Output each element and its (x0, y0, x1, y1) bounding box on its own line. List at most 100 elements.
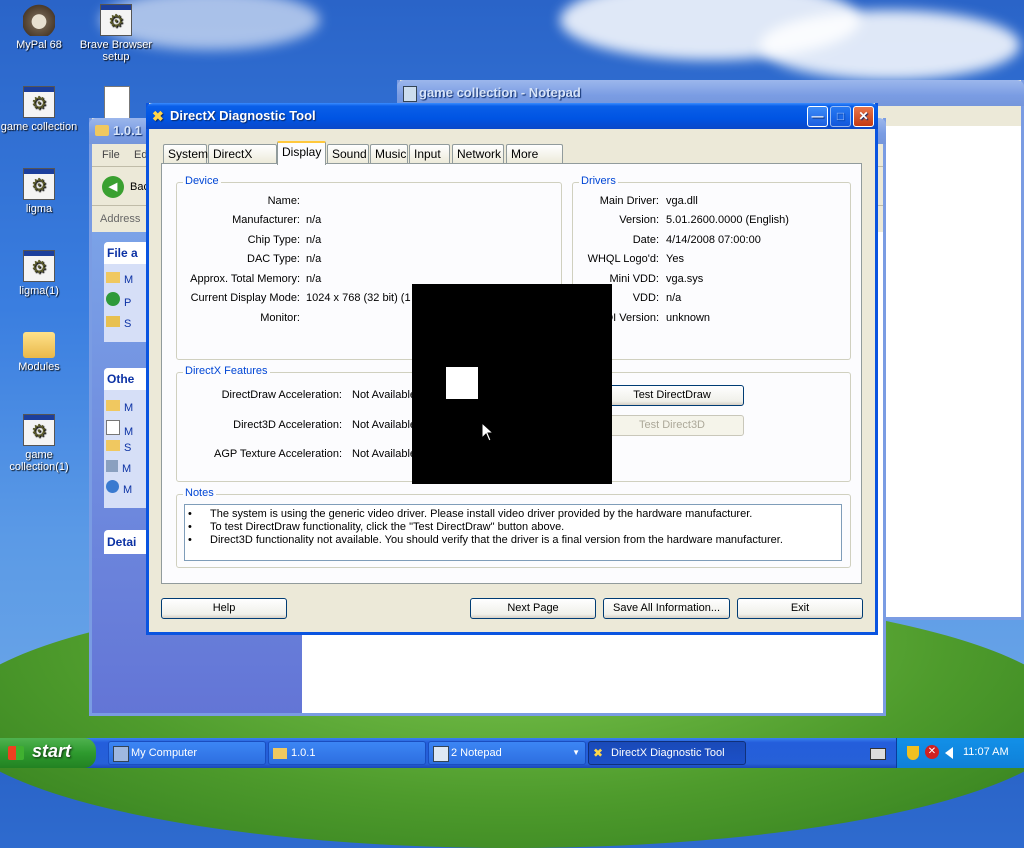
taskbar-item-my-computer[interactable]: My Computer (108, 741, 266, 765)
desktop-icon-game-collection[interactable]: game collection (0, 86, 78, 133)
file-task-item[interactable]: M (106, 272, 133, 286)
other-place-item[interactable]: M (106, 460, 131, 475)
desktop-icon-ligma[interactable]: ligma (0, 168, 78, 215)
monitor-label: Monitor: (260, 312, 300, 324)
next-page-button[interactable]: Next Page (470, 598, 596, 619)
folder-icon (23, 332, 55, 358)
agp-accel-value: Not Available (352, 448, 417, 460)
other-place-item[interactable]: M (106, 480, 132, 496)
direct3d-accel-label: Direct3D Acceleration: (233, 419, 342, 431)
version-value: 5.01.2600.0000 (English) (666, 214, 789, 226)
wallpaper-cloud (760, 10, 1020, 80)
tab-system[interactable]: System (163, 144, 208, 164)
tab-music[interactable]: Music (370, 144, 408, 164)
menu-file[interactable]: File (102, 149, 120, 161)
tab-display[interactable]: Display (277, 141, 326, 165)
start-button[interactable]: start (0, 738, 96, 768)
alert-shield-icon[interactable]: ✕ (925, 745, 939, 759)
file-task-item[interactable]: P (106, 292, 131, 309)
tab-directx-files[interactable]: DirectX Files (208, 144, 277, 179)
taskbar-item-dxdiag[interactable]: ✖ DirectX Diagnostic Tool (588, 741, 746, 765)
vdd-value: n/a (666, 292, 682, 304)
other-place-item[interactable]: M (106, 400, 133, 414)
directx-icon: ✖ (593, 746, 604, 760)
tab-network[interactable]: Network (452, 144, 504, 164)
notes-item: • The system is using the generic video d… (188, 508, 753, 520)
desktop-icon-modules[interactable]: Modules (0, 332, 78, 373)
chip-type-label: Chip Type: (247, 234, 300, 246)
mouse-cursor-icon (481, 422, 495, 442)
directdraw-accel-value: Not Available (352, 389, 417, 401)
taskbar-item-explorer[interactable]: 1.0.1 (268, 741, 426, 765)
save-all-information-button[interactable]: Save All Information... (603, 598, 730, 619)
drivers-group: Drivers (572, 175, 851, 360)
total-memory-value: n/a (306, 273, 322, 285)
taskbar-item-notepad-group[interactable]: 2 Notepad ▼ (428, 741, 586, 765)
other-place-item[interactable]: S (106, 440, 131, 454)
dxdiag-titlebar[interactable]: ✖ DirectX Diagnostic Tool — □ ✕ (146, 103, 878, 129)
total-memory-label: Approx. Total Memory: (190, 273, 300, 285)
help-button[interactable]: Help (161, 598, 287, 619)
tray-left-icon[interactable] (870, 748, 886, 760)
date-value: 4/14/2008 07:00:00 (666, 234, 761, 246)
desktop-icon-ligma-1[interactable]: ligma(1) (0, 250, 78, 297)
network-icon (106, 480, 119, 493)
tab-more-help[interactable]: More Help (506, 144, 563, 179)
ddi-version-value: unknown (666, 312, 711, 324)
tab-input[interactable]: Input (409, 144, 450, 164)
desktop-icon-game-collection-1[interactable]: game collection(1) (0, 414, 78, 473)
file-task-item[interactable]: S (106, 316, 131, 330)
chip-type-value: n/a (306, 234, 322, 246)
notepad-icon (403, 86, 417, 102)
test-directdraw-button[interactable]: Test DirectDraw (600, 385, 744, 406)
version-label: Version: (619, 214, 659, 226)
dac-type-value: n/a (306, 253, 322, 265)
directx-icon: ✖ (152, 108, 164, 124)
directdraw-accel-label: DirectDraw Acceleration: (221, 389, 342, 401)
program-icon (23, 250, 55, 282)
computer-icon (106, 460, 118, 472)
device-group-title: Device (183, 175, 221, 187)
address-label: Address (100, 213, 141, 225)
desktop-icon-brave-setup[interactable]: Brave Browser setup (77, 4, 155, 63)
share-icon (106, 316, 120, 327)
drivers-group-title: Drivers (579, 175, 618, 187)
document-icon (104, 86, 130, 120)
system-tray: ✕ 11:07 AM (896, 738, 1024, 768)
test-direct3d-button[interactable]: Test Direct3D (600, 415, 744, 436)
volume-icon[interactable] (945, 747, 953, 759)
manufacturer-label: Manufacturer: (232, 214, 300, 226)
back-arrow-icon[interactable]: ◀ (102, 176, 124, 198)
display-mode-label: Current Display Mode: (190, 292, 300, 304)
folder-icon (273, 748, 287, 759)
exit-button[interactable]: Exit (737, 598, 863, 619)
directx-features-title: DirectX Features (183, 365, 270, 377)
security-shield-icon[interactable] (907, 746, 919, 760)
other-place-item[interactable]: M (106, 420, 133, 438)
windows-logo-icon (8, 746, 24, 760)
whql-value: Yes (666, 253, 684, 265)
folder-icon (95, 125, 109, 136)
close-button[interactable]: ✕ (853, 106, 874, 127)
tab-sound[interactable]: Sound (327, 144, 369, 164)
whql-label: WHQL Logo'd: (587, 253, 659, 265)
agp-accel-label: AGP Texture Acceleration: (214, 448, 342, 460)
raccoon-icon (23, 4, 55, 36)
dropdown-arrow-icon: ▼ (572, 748, 580, 757)
desktop-icon-mypal[interactable]: MyPal 68 (0, 4, 78, 51)
folder-icon (106, 440, 120, 451)
notes-item: • To test DirectDraw functionality, click… (188, 521, 565, 533)
manufacturer-value: n/a (306, 214, 322, 226)
maximize-button[interactable]: □ (830, 106, 851, 127)
clock[interactable]: 11:07 AM (963, 746, 1009, 758)
computer-icon (113, 746, 129, 762)
notepad-icon (433, 746, 449, 762)
minimize-button[interactable]: — (807, 106, 828, 127)
program-icon (23, 86, 55, 118)
notes-textbox[interactable]: • The system is using the generic video d… (184, 504, 842, 561)
document-icon (106, 420, 120, 435)
program-icon (23, 414, 55, 446)
direct3d-accel-value: Not Available (352, 419, 417, 431)
directdraw-test-surface (412, 284, 612, 484)
device-name-label: Name: (267, 195, 300, 207)
